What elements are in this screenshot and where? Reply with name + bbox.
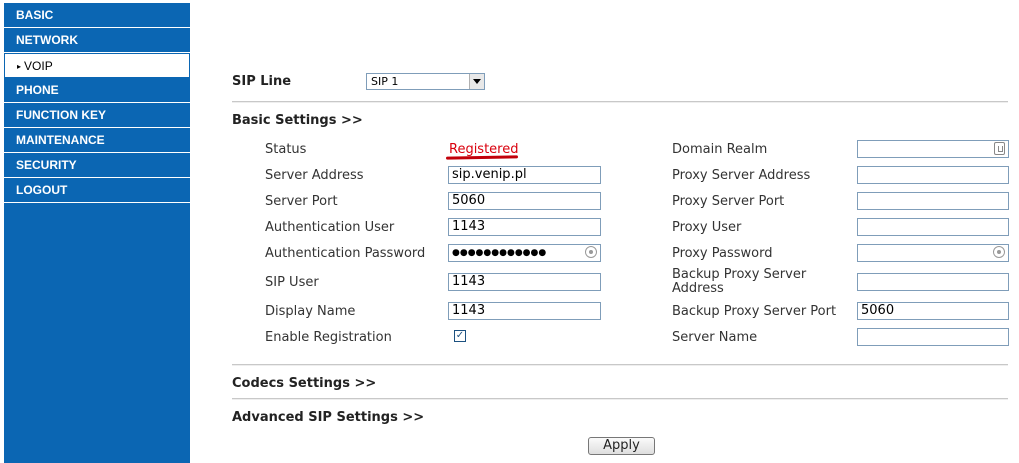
codecs-settings-toggle[interactable]: Codecs Settings >> <box>232 376 376 391</box>
sidebar-item-label: SECURITY <box>16 158 77 172</box>
advanced-sip-settings-toggle[interactable]: Advanced SIP Settings >> <box>232 410 424 425</box>
sip-line-selected-value: SIP 1 <box>371 75 399 88</box>
server-port-input[interactable]: 5060 <box>448 192 601 210</box>
domain-realm-label: Domain Realm <box>672 142 768 157</box>
server-name-input[interactable] <box>857 328 1009 346</box>
server-port-label: Server Port <box>265 194 338 209</box>
sidebar-item-function-key[interactable]: FUNCTION KEY <box>4 103 190 128</box>
auth-password-input[interactable]: ●●●●●●●●●●●● <box>448 244 601 262</box>
enable-registration-checkbox[interactable]: ✓ <box>454 330 466 342</box>
divider <box>232 364 1008 366</box>
sip-user-label: SIP User <box>265 275 319 290</box>
sidebar-item-phone[interactable]: PHONE <box>4 78 190 103</box>
proxy-server-port-label: Proxy Server Port <box>672 194 785 209</box>
backup-proxy-port-input[interactable]: 5060 <box>857 302 1009 320</box>
sidebar: BASIC NETWORK ▸ VOIP PHONE FUNCTION KEY M… <box>4 3 190 463</box>
proxy-password-input[interactable] <box>857 244 1009 262</box>
apply-button[interactable]: Apply <box>588 437 655 455</box>
enable-registration-label: Enable Registration <box>265 330 392 345</box>
proxy-user-label: Proxy User <box>672 220 742 235</box>
basic-settings-toggle[interactable]: Basic Settings >> <box>232 113 363 128</box>
sidebar-item-security[interactable]: SECURITY <box>4 153 190 178</box>
display-name-input[interactable]: 1143 <box>448 302 601 320</box>
sidebar-item-label: NETWORK <box>16 33 78 47</box>
sip-line-select[interactable]: SIP 1 <box>366 73 485 90</box>
sidebar-item-label: VOIP <box>24 59 53 73</box>
proxy-server-port-input[interactable] <box>857 192 1009 210</box>
auth-user-label: Authentication User <box>265 220 395 235</box>
proxy-user-input[interactable] <box>857 218 1009 236</box>
sip-user-input[interactable]: 1143 <box>448 273 601 291</box>
proxy-server-address-input[interactable] <box>857 166 1009 184</box>
divider <box>232 101 1008 103</box>
proxy-server-address-label: Proxy Server Address <box>672 168 811 183</box>
server-address-input[interactable]: sip.venip.pl <box>448 166 601 184</box>
auth-user-input[interactable]: 1143 <box>448 218 601 236</box>
keyboard-icon[interactable] <box>994 142 1005 155</box>
server-address-label: Server Address <box>265 168 364 183</box>
status-underline-mark <box>445 155 519 160</box>
backup-proxy-address-input[interactable] <box>857 273 1009 291</box>
sidebar-item-maintenance[interactable]: MAINTENANCE <box>4 128 190 153</box>
display-name-label: Display Name <box>265 304 356 319</box>
auth-password-label: Authentication Password <box>265 246 426 261</box>
reveal-password-icon[interactable] <box>585 246 597 258</box>
divider <box>232 398 1008 400</box>
sidebar-item-label: MAINTENANCE <box>16 133 105 147</box>
chevron-down-icon[interactable] <box>469 74 484 89</box>
backup-proxy-port-label: Backup Proxy Server Port <box>672 304 837 319</box>
reveal-password-icon[interactable] <box>993 246 1005 258</box>
sidebar-item-network[interactable]: NETWORK <box>4 28 190 53</box>
status-label: Status <box>265 142 307 157</box>
sidebar-item-label: FUNCTION KEY <box>16 108 106 122</box>
sip-line-label: SIP Line <box>232 74 292 89</box>
sidebar-item-label: PHONE <box>16 83 59 97</box>
domain-realm-input[interactable] <box>857 140 1009 158</box>
sidebar-item-voip[interactable]: ▸ VOIP <box>4 53 190 78</box>
sidebar-item-basic[interactable]: BASIC <box>4 3 190 28</box>
sidebar-item-label: BASIC <box>16 8 54 22</box>
sidebar-item-logout[interactable]: LOGOUT <box>4 178 190 203</box>
sidebar-item-label: LOGOUT <box>16 183 68 197</box>
proxy-password-label: Proxy Password <box>672 246 773 261</box>
server-name-label: Server Name <box>672 330 758 345</box>
backup-proxy-address-label: Backup Proxy Server Address <box>672 267 807 296</box>
triangle-right-icon: ▸ <box>17 62 22 71</box>
